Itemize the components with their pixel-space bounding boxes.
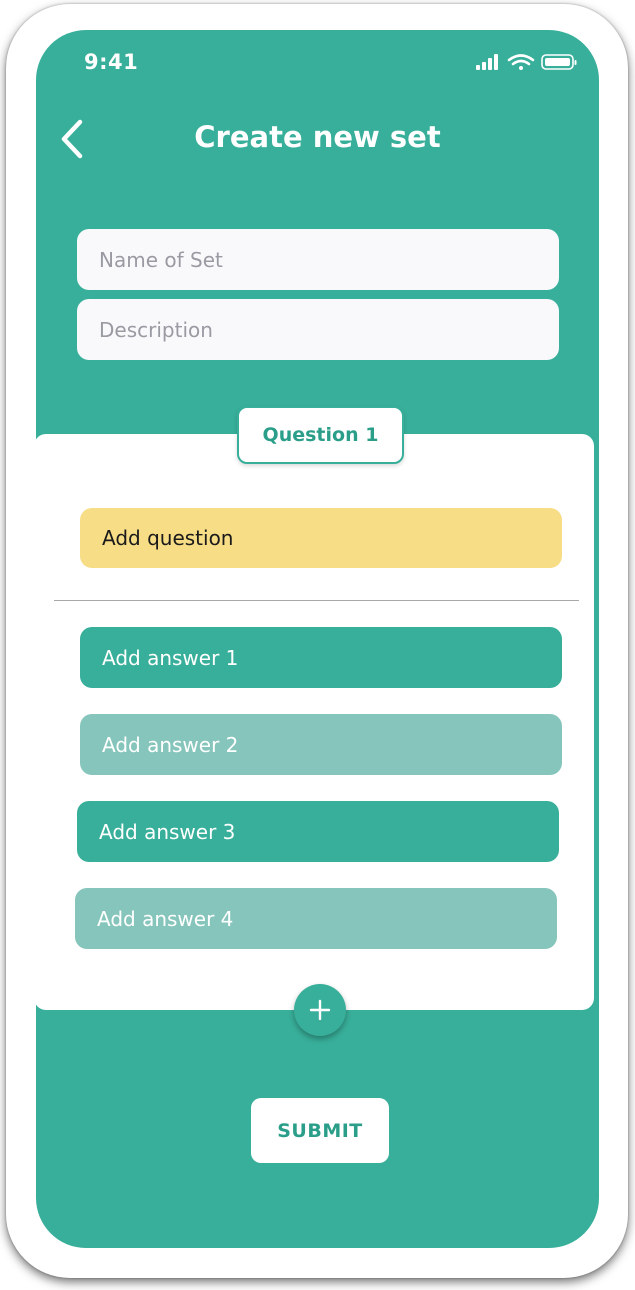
description-input[interactable] (77, 299, 559, 360)
answer-1-input[interactable]: Add answer 1 (80, 627, 562, 688)
set-name-input[interactable] (77, 229, 559, 290)
divider (54, 600, 579, 601)
wifi-icon (507, 54, 535, 70)
page-title: Create new set (194, 120, 441, 154)
answer-4-input[interactable]: Add answer 4 (75, 888, 557, 949)
plus-icon (309, 999, 331, 1021)
submit-button[interactable]: SUBMIT (251, 1098, 389, 1163)
question-tab[interactable]: Question 1 (237, 406, 404, 464)
battery-icon (541, 54, 577, 70)
cellular-signal-icon (476, 54, 498, 70)
answer-3-input[interactable]: Add answer 3 (77, 801, 559, 862)
answer-2-input[interactable]: Add answer 2 (80, 714, 562, 775)
status-icons (476, 54, 577, 70)
status-time: 9:41 (84, 50, 139, 74)
add-question-button[interactable] (294, 984, 346, 1036)
question-input[interactable]: Add question (80, 508, 562, 568)
